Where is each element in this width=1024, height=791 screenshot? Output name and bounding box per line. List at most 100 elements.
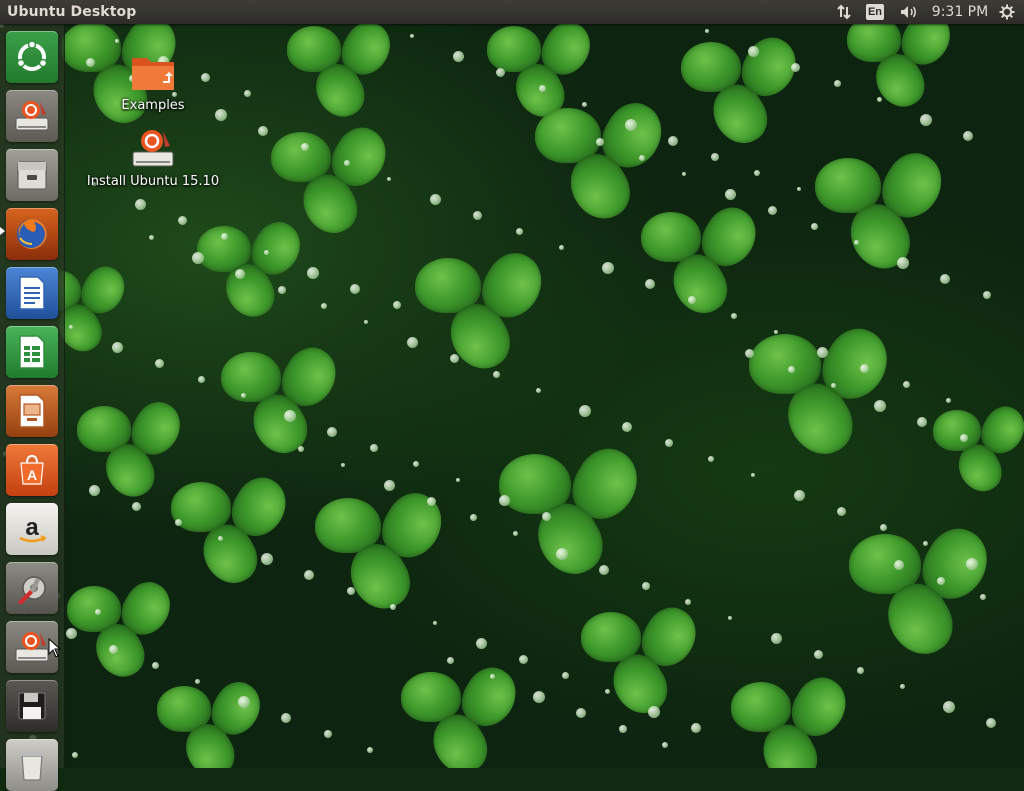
water-drop (582, 102, 587, 107)
launcher-item-amazon[interactable]: a (6, 503, 58, 555)
water-drop (89, 485, 100, 496)
running-indicator (0, 227, 5, 235)
water-drop (456, 478, 460, 482)
water-drop (178, 216, 187, 225)
water-drop (728, 616, 732, 620)
water-drop (407, 337, 418, 348)
water-drop (648, 706, 660, 718)
launcher-item-writer[interactable] (6, 267, 58, 319)
water-drop (725, 189, 736, 200)
water-drop (834, 80, 841, 87)
folder-icon (132, 58, 174, 90)
sound-indicator[interactable] (897, 0, 921, 24)
water-drop (513, 531, 518, 536)
water-drop (496, 68, 505, 77)
launcher-item-system-settings[interactable] (6, 562, 58, 614)
launcher-item-files[interactable] (6, 149, 58, 201)
water-drop (877, 97, 882, 102)
amazon-icon: a (19, 514, 47, 543)
session-menu[interactable] (996, 0, 1018, 24)
water-drop (688, 296, 696, 304)
gear-icon (999, 4, 1015, 20)
network-indicator[interactable] (834, 0, 854, 24)
water-drop (751, 473, 755, 477)
water-drop (221, 233, 228, 240)
water-drop (490, 674, 495, 679)
water-drop (639, 155, 645, 161)
water-drop (298, 446, 304, 452)
network-arrows-icon (837, 4, 851, 20)
water-drop (986, 718, 996, 728)
water-drop (642, 582, 650, 590)
water-drop (682, 172, 686, 176)
launcher-item-trash[interactable] (6, 739, 58, 791)
water-drop (473, 211, 482, 220)
water-drop (711, 153, 719, 161)
water-drop (427, 497, 436, 506)
svg-text:A: A (27, 467, 37, 483)
water-drop (450, 354, 459, 363)
water-drop (370, 444, 378, 452)
floppy-disk-icon (18, 692, 46, 720)
water-drop (413, 461, 419, 467)
water-drop (622, 422, 632, 432)
clock[interactable]: 9:31 PM (928, 0, 992, 24)
launcher-item-dash-home[interactable] (6, 31, 58, 83)
water-drop (559, 245, 564, 250)
launcher-item-software-center[interactable]: A (6, 444, 58, 496)
trash-icon (20, 753, 44, 781)
water-drop (685, 599, 691, 605)
water-drop (241, 393, 246, 398)
impress-presentation-icon (19, 394, 45, 428)
launcher-item-calc[interactable] (6, 326, 58, 378)
ubuntu-logo-icon (16, 40, 48, 71)
water-drop (854, 240, 859, 245)
ubuntu-installer-icon (132, 130, 174, 167)
water-drop (218, 536, 223, 541)
water-drop (321, 303, 327, 309)
mouse-cursor-icon (48, 638, 62, 658)
water-drop (791, 63, 800, 72)
water-drop (341, 463, 345, 467)
water-drop (284, 410, 296, 422)
water-drop (576, 708, 586, 718)
water-drop (811, 223, 818, 230)
water-drop (745, 349, 754, 358)
ubuntu-installer-icon (15, 632, 49, 662)
water-drop (152, 662, 159, 669)
water-drop (708, 456, 714, 462)
water-drop (132, 502, 141, 511)
water-drop (831, 383, 836, 388)
water-drop (980, 594, 986, 600)
water-drop (66, 628, 77, 639)
writer-document-icon (19, 276, 45, 310)
desktop-icon-install-ubuntu[interactable]: Install Ubuntu 15.10 (78, 126, 228, 189)
water-drop (768, 206, 777, 215)
water-drop (367, 747, 373, 753)
water-drop (579, 405, 591, 417)
water-drop (599, 565, 609, 575)
window-title: Ubuntu Desktop (7, 4, 137, 20)
water-drop (281, 713, 291, 723)
ubuntu-installer-icon (15, 101, 49, 131)
water-drop (920, 114, 932, 126)
water-drop (175, 519, 182, 526)
water-drop (536, 388, 541, 393)
water-drop (433, 621, 437, 625)
water-drop (533, 691, 545, 703)
water-drop (596, 138, 604, 146)
water-drop (149, 235, 154, 240)
launcher-item-device[interactable] (6, 680, 58, 732)
water-drop (754, 170, 760, 176)
launcher-item-impress[interactable] (6, 385, 58, 437)
water-drop (155, 359, 164, 368)
keyboard-layout-indicator[interactable]: En (865, 0, 885, 24)
desktop-icon-examples[interactable]: Examples (110, 52, 196, 113)
launcher-item-firefox[interactable] (6, 208, 58, 260)
water-drop (874, 400, 886, 412)
water-drop (794, 490, 805, 501)
water-drop (668, 136, 678, 146)
water-drop (788, 366, 795, 373)
launcher-item-install-ubuntu[interactable] (6, 90, 58, 142)
water-drop (135, 199, 146, 210)
